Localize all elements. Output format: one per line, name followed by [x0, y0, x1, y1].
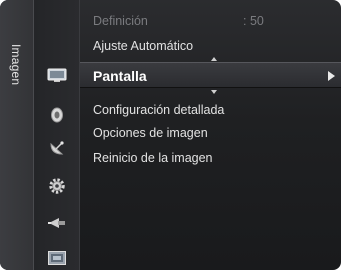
category-icon-column — [34, 0, 80, 270]
side-tab-label: Imagen — [9, 44, 23, 86]
definition-item[interactable]: Definición : 50 — [93, 12, 264, 30]
input-icon[interactable] — [46, 212, 68, 234]
channel-icon[interactable] — [46, 137, 68, 159]
sound-icon[interactable] — [46, 104, 68, 126]
picture-reset-item[interactable]: Reinicio de la imagen — [93, 149, 213, 167]
submenu-arrow-icon — [328, 71, 335, 81]
detailed-settings-item[interactable]: Configuración detallada — [93, 101, 224, 119]
menu-panel: Imagen Definición: 50 Ajuste Automático… — [0, 0, 341, 270]
selected-label: Pantalla — [93, 68, 147, 84]
definition-label: Definición — [93, 14, 148, 28]
display-icon[interactable] — [46, 64, 68, 86]
application-icon[interactable] — [46, 247, 68, 269]
setup-icon[interactable] — [46, 175, 68, 197]
side-tab[interactable]: Imagen — [0, 0, 34, 270]
selected-item-pantalla[interactable]: Pantalla — [80, 62, 341, 88]
scroll-down-arrow — [211, 90, 217, 94]
scroll-up-arrow — [211, 57, 217, 61]
picture-options-item[interactable]: Opciones de imagen — [93, 124, 208, 142]
picture-menu: Definición : 50 Ajuste Automático Pantal… — [80, 0, 341, 270]
definition-value: : 50 — [243, 14, 264, 28]
screen-frame: Imagen Definición: 50 Ajuste Automático… — [0, 0, 343, 271]
auto-adjust-item[interactable]: Ajuste Automático — [93, 37, 193, 55]
